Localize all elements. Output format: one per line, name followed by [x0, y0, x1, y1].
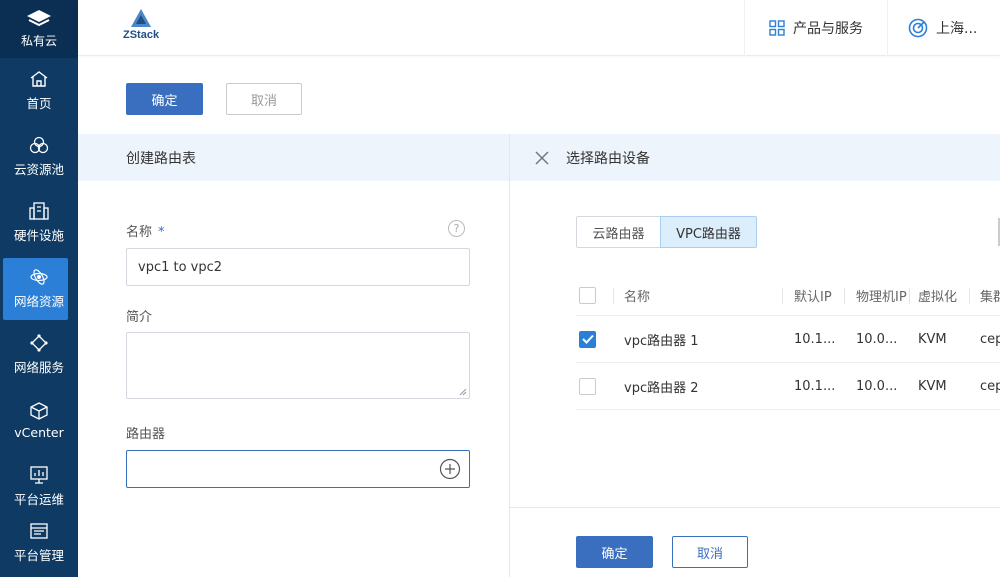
panel-title: 创建路由表 — [126, 150, 196, 167]
home-icon — [30, 71, 48, 87]
row-default-ip: 10.1... — [794, 331, 836, 347]
close-icon[interactable] — [534, 150, 550, 166]
column-separator — [969, 288, 970, 304]
sidebar-header-label: 私有云 — [20, 34, 57, 48]
select-router-header: 选择路由设备 — [510, 134, 1000, 181]
hardware-icon — [29, 202, 49, 220]
create-route-table-header: 创建路由表 — [78, 134, 509, 181]
row-checkbox[interactable] — [579, 330, 596, 348]
region-selector[interactable]: 上海... — [887, 0, 1000, 56]
platform-ops-icon — [30, 466, 48, 484]
confirm-button[interactable]: 确定 — [126, 83, 203, 115]
cancel-button[interactable]: 取消 — [226, 83, 302, 115]
dialog-confirm-button[interactable]: 确定 — [576, 536, 653, 568]
dialog-cancel-button[interactable]: 取消 — [672, 536, 748, 568]
column-header-name[interactable]: 名称 — [624, 276, 650, 315]
sidebar-item-network-resource[interactable]: 网络资源 — [0, 256, 78, 322]
region-icon — [908, 18, 928, 38]
help-icon[interactable]: ? — [448, 220, 465, 237]
column-header-cluster[interactable]: 集群 — [980, 276, 1000, 315]
sidebar-item-label: vCenter — [14, 425, 64, 440]
row-hypervisor: KVM — [918, 378, 947, 394]
sidebar-item-label: 网络服务 — [13, 360, 64, 375]
sidebar: 私有云 首页 云资源池 硬件设施 网络资源 网络服务 vCenter 平台运维 … — [0, 0, 78, 577]
column-header-default-ip[interactable]: 默认IP — [794, 276, 832, 315]
grid-icon — [769, 20, 785, 36]
row-hypervisor: KVM — [918, 331, 947, 347]
description-label: 简介 — [126, 310, 153, 325]
sidebar-item-label: 云资源池 — [13, 162, 64, 177]
sidebar-item-label: 平台运维 — [13, 492, 64, 507]
row-default-ip: 10.1... — [794, 378, 836, 394]
sidebar-item-resource-pool[interactable]: 云资源池 — [0, 124, 78, 190]
router-table: 名称 默认IP 物理机IP 虚拟化 集群 vpc路由器 1 10.1... 10… — [576, 276, 1000, 410]
network-service-icon — [30, 334, 48, 352]
row-checkbox[interactable] — [579, 377, 596, 395]
row-host-ip: 10.0... — [856, 331, 898, 347]
sidebar-item-home[interactable]: 首页 — [0, 58, 78, 124]
sidebar-item-label: 平台管理 — [13, 548, 64, 563]
router-label: 路由器 — [126, 427, 166, 442]
select-all-checkbox[interactable] — [579, 287, 596, 304]
name-label-text: 名称 — [126, 225, 153, 240]
private-cloud-switcher[interactable]: 私有云 — [0, 0, 78, 58]
sidebar-item-label: 硬件设施 — [13, 228, 64, 243]
panel-title: 选择路由设备 — [566, 150, 650, 167]
add-circle-icon[interactable] — [439, 458, 461, 480]
sidebar-item-network-service[interactable]: 网络服务 — [0, 322, 78, 388]
column-header-host-ip[interactable]: 物理机IP — [856, 276, 907, 315]
platform-manage-icon — [30, 523, 48, 539]
column-separator — [909, 288, 910, 304]
vcenter-icon — [30, 402, 48, 420]
sidebar-item-platform-ops[interactable]: 平台运维 — [0, 454, 78, 520]
products-services-button[interactable]: 产品与服务 — [744, 0, 887, 56]
table-header-row: 名称 默认IP 物理机IP 虚拟化 集群 — [576, 276, 1000, 316]
resize-handle-icon[interactable] — [459, 388, 467, 396]
column-separator — [844, 288, 845, 304]
sidebar-item-label: 网络资源 — [13, 294, 64, 309]
resource-pool-icon — [29, 136, 49, 154]
zstack-logo[interactable]: ZStack — [123, 8, 159, 41]
row-cluster: cep — [980, 378, 1000, 394]
name-label: 名称 * — [126, 221, 165, 240]
table-row[interactable]: vpc路由器 1 10.1... 10.0... KVM cep — [576, 316, 1000, 363]
tab-vpc-router[interactable]: VPC路由器 — [660, 216, 757, 248]
products-services-label: 产品与服务 — [793, 21, 863, 37]
name-input[interactable]: vpc1 to vpc2 — [126, 248, 470, 286]
description-textarea[interactable] — [126, 332, 470, 399]
sidebar-item-label: 首页 — [26, 96, 52, 111]
column-header-hypervisor[interactable]: 虚拟化 — [918, 276, 957, 315]
logo-text: ZStack — [123, 29, 160, 41]
sidebar-item-hardware[interactable]: 硬件设施 — [0, 190, 78, 256]
footer-divider — [510, 507, 1000, 508]
top-bar: ZStack 产品与服务 上海... — [78, 0, 1000, 56]
panel-divider — [509, 134, 510, 577]
checkmark-icon — [581, 334, 594, 344]
required-mark: * — [158, 225, 165, 240]
row-host-ip: 10.0... — [856, 378, 898, 394]
sidebar-item-vcenter[interactable]: vCenter — [0, 388, 78, 454]
tab-cloud-router[interactable]: 云路由器 — [576, 216, 661, 248]
layers-icon — [27, 10, 51, 27]
zstack-logo-icon — [131, 9, 152, 27]
network-resource-icon — [30, 269, 48, 285]
router-select-input[interactable] — [126, 450, 470, 488]
row-name: vpc路由器 2 — [624, 380, 699, 396]
column-separator — [782, 288, 783, 304]
table-row[interactable]: vpc路由器 2 10.1... 10.0... KVM cep — [576, 363, 1000, 410]
sidebar-item-platform-manage[interactable]: 平台管理 — [0, 520, 78, 564]
column-separator — [613, 288, 614, 304]
row-name: vpc路由器 1 — [624, 333, 699, 349]
row-cluster: cep — [980, 331, 1000, 347]
region-label: 上海... — [936, 21, 978, 37]
